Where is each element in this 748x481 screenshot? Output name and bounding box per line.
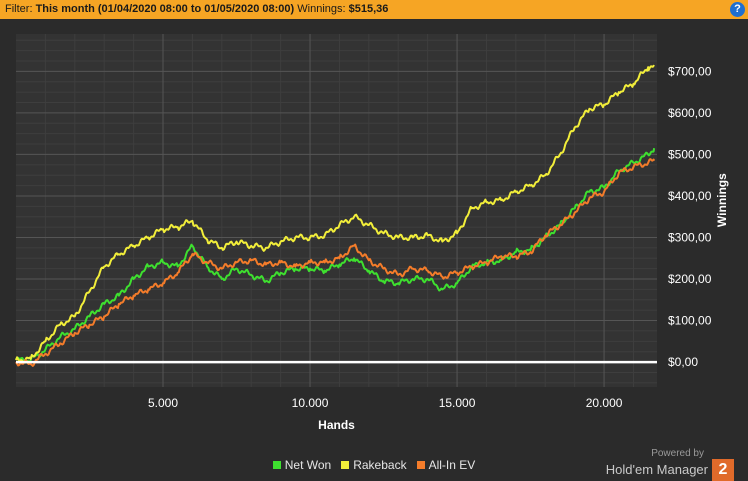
winnings-label: Winnings:	[297, 3, 346, 15]
y-tick-label: $700,00	[668, 64, 712, 78]
x-tick-label: 5.000	[148, 396, 178, 410]
powered-by-text: Powered by	[651, 448, 704, 459]
legend-item-rakeback[interactable]: Rakeback	[341, 458, 407, 472]
y-tick-label: $200,00	[668, 272, 712, 286]
filter-bar: Filter: This month (01/04/2020 08:00 to …	[0, 0, 748, 19]
hm2-logo-icon: 2	[712, 459, 734, 481]
y-tick-label: $300,00	[668, 230, 712, 244]
y-tick-label: $0,00	[668, 355, 698, 369]
legend-swatch	[416, 461, 425, 469]
y-tick-label: $100,00	[668, 314, 712, 328]
legend-item-all-in-ev[interactable]: All-In EV	[416, 458, 476, 472]
y-axis-label: Winnings	[715, 173, 729, 227]
branding: Powered by Hold'em Manager 2	[606, 448, 734, 481]
chart-grid	[16, 34, 657, 387]
x-tick-label: 20.000	[586, 396, 623, 410]
x-axis-label: Hands	[318, 418, 355, 432]
legend-label: All-In EV	[428, 458, 476, 472]
legend-label: Net Won	[284, 458, 332, 472]
help-icon[interactable]: ?	[730, 2, 745, 17]
y-tick-label: $600,00	[668, 106, 712, 120]
filter-label: Filter:	[5, 3, 33, 15]
legend-item-net-won[interactable]: Net Won	[272, 458, 332, 472]
legend-label: Rakeback	[353, 458, 407, 472]
brand-name: Hold'em Manager	[605, 462, 708, 478]
y-tick-label: $400,00	[668, 189, 712, 203]
winnings-value: $515,36	[348, 3, 389, 15]
y-tick-label: $500,00	[668, 147, 712, 161]
x-tick-label: 10.000	[292, 396, 329, 410]
plot-background	[16, 34, 657, 387]
legend-swatch	[341, 461, 350, 469]
filter-period[interactable]: This month (01/04/2020 08:00 to 01/05/20…	[36, 3, 295, 15]
x-tick-label: 15.000	[439, 396, 476, 410]
winnings-chart: 5.000 10.000 15.000 20.000 $0,00 $100,00 $200,…	[15, 34, 729, 432]
legend-swatch	[272, 461, 281, 469]
